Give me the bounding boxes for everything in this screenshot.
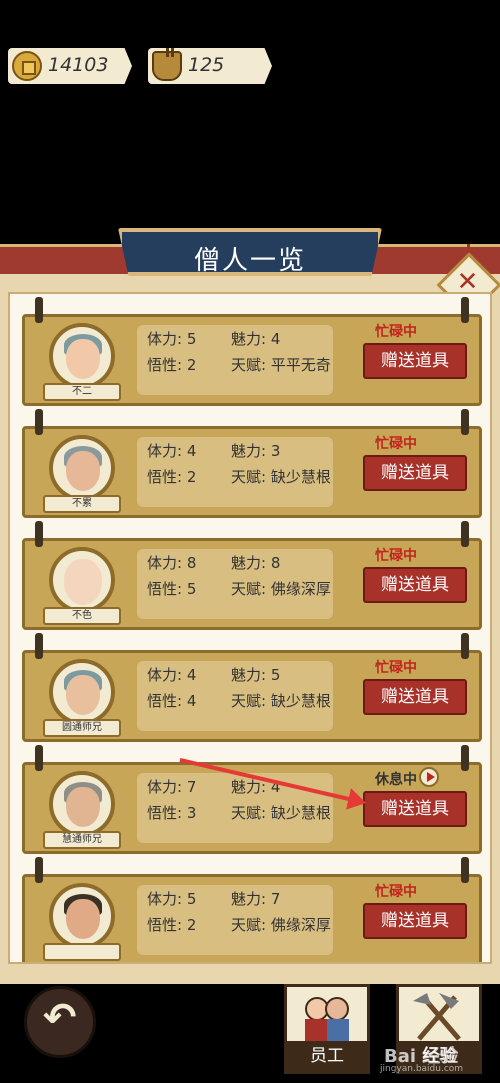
wisdom: 悟性: 2 — [147, 916, 197, 934]
gift-item-button[interactable]: 赠送道具 — [363, 567, 467, 603]
avatar[interactable] — [49, 659, 115, 725]
monk-name: 圆通师兄 — [43, 719, 121, 737]
gift-item-button[interactable]: 赠送道具 — [363, 679, 467, 715]
watermark-url: jingyan.baidu.com — [380, 1064, 464, 1074]
gift-item-button[interactable]: 赠送道具 — [363, 903, 467, 939]
hanger — [35, 409, 43, 435]
hanger — [35, 857, 43, 883]
monk-list[interactable]: 不二 体力: 5 魅力: 4 悟性: 2 天赋: 平平无奇 忙碌中 赠送道具 不累 … — [8, 292, 492, 964]
monk-name: 慧通师兄 — [43, 831, 121, 849]
status-badge: 忙碌中 — [375, 548, 417, 564]
charm: 魅力: 8 — [231, 554, 281, 572]
status-badge: 忙碌中 — [375, 324, 417, 340]
wisdom: 悟性: 4 — [147, 692, 197, 710]
hanger — [461, 633, 469, 659]
charm: 魅力: 5 — [231, 666, 281, 684]
wisdom: 悟性: 5 — [147, 580, 197, 598]
stamina: 体力: 4 — [147, 442, 197, 460]
coin-value: 14103 — [48, 54, 109, 76]
status-badge: 休息中 — [375, 772, 417, 788]
gift-item-button[interactable]: 赠送道具 — [363, 455, 467, 491]
monk-card[interactable]: 圆通师兄 体力: 4 魅力: 5 悟性: 4 天赋: 缺少慧根 忙碌中 赠送道具 — [22, 633, 482, 742]
status-badge: 忙碌中 — [375, 884, 417, 900]
avatar[interactable] — [49, 435, 115, 501]
status-badge: 忙碌中 — [375, 660, 417, 676]
stats-box: 体力: 5 魅力: 7 悟性: 2 天赋: 佛缘深厚 — [137, 885, 333, 955]
avatar[interactable] — [49, 771, 115, 837]
coin-counter: 14103 — [8, 48, 132, 84]
hanger — [35, 745, 43, 771]
monk-card[interactable]: 不二 体力: 5 魅力: 4 悟性: 2 天赋: 平平无奇 忙碌中 赠送道具 — [22, 297, 482, 406]
hanger — [35, 297, 43, 323]
hanger — [461, 409, 469, 435]
monk-name: 不累 — [43, 495, 121, 513]
incense-burner-icon — [152, 48, 182, 81]
avatar[interactable] — [49, 547, 115, 613]
incense-counter: 125 — [148, 48, 272, 84]
pickaxe-icon — [413, 993, 461, 1041]
stats-box: 体力: 4 魅力: 3 悟性: 2 天赋: 缺少慧根 — [137, 437, 333, 507]
stats-box: 体力: 7 魅力: 4 悟性: 3 天赋: 缺少慧根 — [137, 773, 333, 843]
staff-tab[interactable]: 员工 — [284, 984, 370, 1074]
hanger — [461, 521, 469, 547]
wisdom: 悟性: 3 — [147, 804, 197, 822]
stamina: 体力: 5 — [147, 890, 197, 908]
stamina: 体力: 8 — [147, 554, 197, 572]
avatar[interactable] — [49, 323, 115, 389]
talent: 天赋: 平平无奇 — [231, 356, 331, 374]
panel-title: 僧人一览 — [193, 246, 306, 276]
screen: 14103 125 僧人一览 ✕ 不二 体力: 5 魅力: 4 悟性: 2 天赋: … — [0, 0, 500, 1083]
staff-icon — [305, 997, 349, 1041]
title-plate: 僧人一览 — [118, 228, 382, 276]
talent: 天赋: 佛缘深厚 — [231, 580, 331, 598]
hanger — [461, 745, 469, 771]
charm: 魅力: 4 — [231, 330, 281, 348]
wisdom: 悟性: 2 — [147, 468, 197, 486]
wisdom: 悟性: 2 — [147, 356, 197, 374]
stats-box: 体力: 4 魅力: 5 悟性: 4 天赋: 缺少慧根 — [137, 661, 333, 731]
monk-card[interactable]: 不累 体力: 4 魅力: 3 悟性: 2 天赋: 缺少慧根 忙碌中 赠送道具 — [22, 409, 482, 518]
stats-box: 体力: 5 魅力: 4 悟性: 2 天赋: 平平无奇 — [137, 325, 333, 395]
hanger — [461, 297, 469, 323]
status-badge: 忙碌中 — [375, 436, 417, 452]
back-button[interactable]: ↶ — [24, 986, 96, 1058]
staff-label: 员工 — [287, 1041, 367, 1071]
back-arrow-icon: ↶ — [43, 995, 77, 1041]
hanger — [461, 857, 469, 883]
avatar[interactable] — [49, 883, 115, 949]
stamina: 体力: 4 — [147, 666, 197, 684]
hanger — [35, 521, 43, 547]
monk-card[interactable]: 体力: 5 魅力: 7 悟性: 2 天赋: 佛缘深厚 忙碌中 赠送道具 — [22, 857, 482, 962]
stamina: 体力: 5 — [147, 330, 197, 348]
talent: 天赋: 缺少慧根 — [231, 468, 331, 486]
talent: 天赋: 缺少慧根 — [231, 692, 331, 710]
gift-item-button[interactable]: 赠送道具 — [363, 343, 467, 379]
hanger — [35, 633, 43, 659]
play-video-icon[interactable] — [419, 767, 439, 787]
monk-card[interactable]: 不色 体力: 8 魅力: 8 悟性: 5 天赋: 佛缘深厚 忙碌中 赠送道具 — [22, 521, 482, 630]
stats-box: 体力: 8 魅力: 8 悟性: 5 天赋: 佛缘深厚 — [137, 549, 333, 619]
monk-name — [43, 943, 121, 961]
incense-value: 125 — [188, 54, 225, 76]
gift-item-button[interactable]: 赠送道具 — [363, 791, 467, 827]
monk-name: 不色 — [43, 607, 121, 625]
monk-name: 不二 — [43, 383, 121, 401]
talent: 天赋: 佛缘深厚 — [231, 916, 331, 934]
charm: 魅力: 7 — [231, 890, 281, 908]
coin-icon — [12, 51, 42, 81]
charm: 魅力: 3 — [231, 442, 281, 460]
talent: 天赋: 缺少慧根 — [231, 804, 331, 822]
stamina: 体力: 7 — [147, 778, 197, 796]
